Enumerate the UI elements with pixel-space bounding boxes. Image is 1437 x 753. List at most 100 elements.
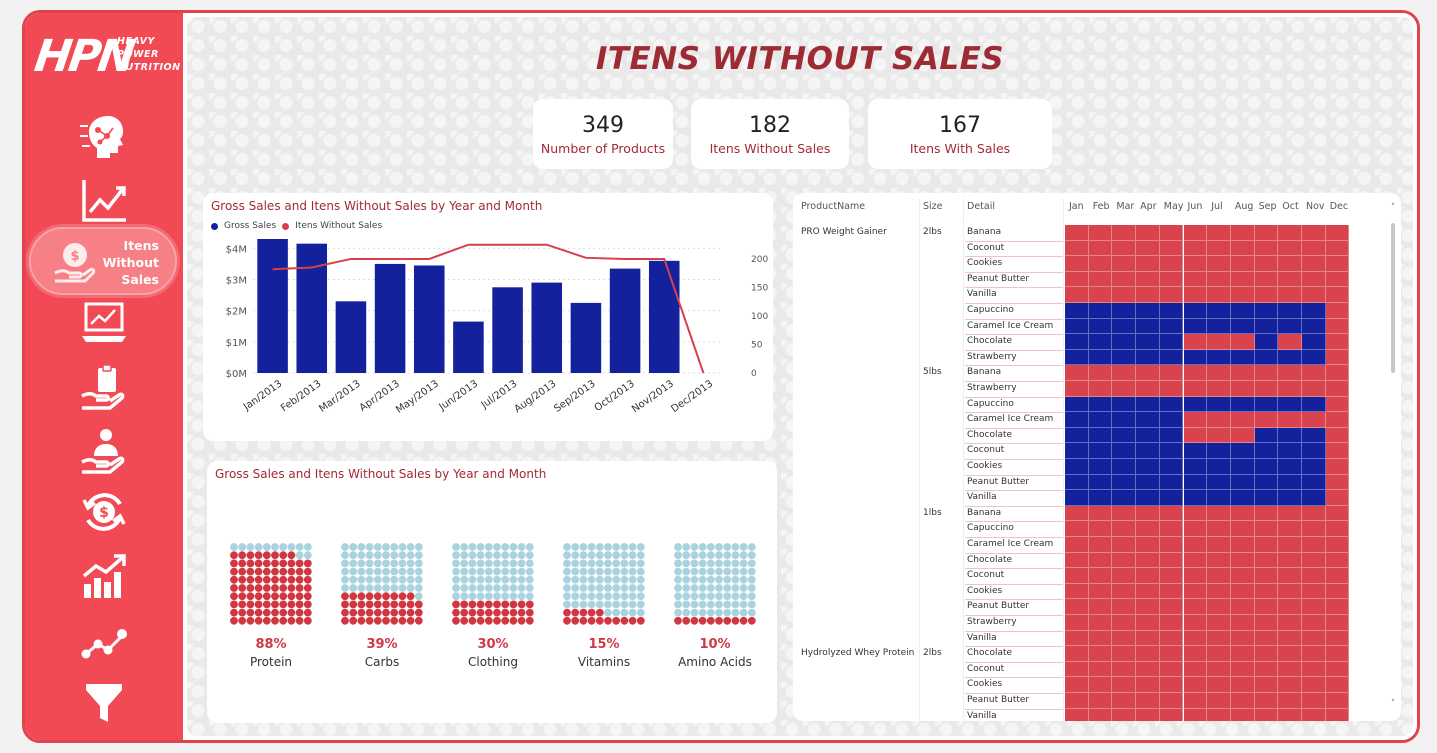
heat-cell[interactable] [1207, 537, 1231, 553]
scroll-up-button[interactable]: ˄ [1389, 203, 1397, 213]
heat-cell[interactable] [1325, 334, 1350, 350]
heat-cell[interactable] [1207, 583, 1231, 600]
heat-cell[interactable] [1278, 412, 1302, 428]
heat-cell[interactable] [1278, 630, 1302, 647]
heat-cell[interactable] [1278, 396, 1302, 413]
heat-cell[interactable] [1183, 630, 1208, 647]
heat-cell[interactable] [1159, 583, 1184, 600]
heat-cell[interactable] [1278, 365, 1302, 381]
heat-cell[interactable] [1088, 583, 1113, 600]
heat-cell[interactable] [1112, 303, 1137, 319]
heat-cell[interactable] [1136, 459, 1160, 475]
heat-cell[interactable] [1278, 505, 1302, 522]
heat-cell[interactable] [1278, 240, 1302, 257]
heat-cell[interactable] [1278, 474, 1302, 491]
heat-cell[interactable] [1183, 318, 1208, 335]
heat-cell[interactable] [1112, 630, 1137, 647]
heat-cell[interactable] [1088, 303, 1113, 319]
heat-cell[interactable] [1088, 490, 1113, 506]
heat-cell[interactable] [1159, 412, 1184, 428]
heat-cell[interactable] [1088, 537, 1113, 553]
heat-cell[interactable] [1159, 334, 1184, 350]
heat-cell[interactable] [1302, 490, 1326, 506]
heat-cell[interactable] [1302, 599, 1326, 615]
heat-cell[interactable] [1065, 708, 1089, 721]
heat-cell[interactable] [1183, 334, 1208, 350]
nav-trend[interactable] [25, 171, 183, 229]
heat-cell[interactable] [1207, 427, 1231, 444]
heat-cell[interactable] [1159, 505, 1184, 522]
heat-cell[interactable] [1207, 256, 1231, 272]
heat-cell[interactable] [1254, 490, 1279, 506]
heat-cell[interactable] [1278, 490, 1302, 506]
heat-cell[interactable] [1254, 287, 1279, 303]
heat-cell[interactable] [1230, 303, 1255, 319]
nav-ai-head[interactable] [25, 107, 183, 165]
heat-cell[interactable] [1136, 505, 1160, 522]
heat-cell[interactable] [1183, 303, 1208, 319]
heat-cell[interactable] [1302, 412, 1326, 428]
heat-cell[interactable] [1159, 552, 1184, 569]
heat-cell[interactable] [1183, 537, 1208, 553]
heat-cell[interactable] [1088, 568, 1113, 584]
heat-cell[interactable] [1112, 677, 1137, 693]
heat-cell[interactable] [1088, 287, 1113, 303]
heat-cell[interactable] [1065, 677, 1089, 693]
heat-cell[interactable] [1112, 240, 1137, 257]
heat-cell[interactable] [1112, 490, 1137, 506]
heat-cell[interactable] [1065, 427, 1089, 444]
heat-cell[interactable] [1207, 552, 1231, 569]
heat-cell[interactable] [1088, 677, 1113, 693]
heat-cell[interactable] [1065, 599, 1089, 615]
heat-cell[interactable] [1159, 443, 1184, 459]
heat-cell[interactable] [1278, 693, 1302, 709]
heat-cell[interactable] [1065, 271, 1089, 288]
heat-cell[interactable] [1207, 615, 1231, 631]
heat-cell[interactable] [1230, 661, 1255, 678]
heat-cell[interactable] [1065, 225, 1089, 241]
heat-cell[interactable] [1159, 271, 1184, 288]
heat-cell[interactable] [1230, 490, 1255, 506]
heat-cell[interactable] [1254, 537, 1279, 553]
heat-cell[interactable] [1230, 708, 1255, 721]
heat-cell[interactable] [1278, 521, 1302, 537]
heat-cell[interactable] [1136, 630, 1160, 647]
heat-cell[interactable] [1278, 225, 1302, 241]
heat-cell[interactable] [1065, 334, 1089, 350]
heat-cell[interactable] [1159, 303, 1184, 319]
heat-cell[interactable] [1112, 349, 1137, 366]
heat-cell[interactable] [1065, 661, 1089, 678]
heat-cell[interactable] [1207, 677, 1231, 693]
heat-cell[interactable] [1088, 256, 1113, 272]
heat-cell[interactable] [1183, 225, 1208, 241]
heat-cell[interactable] [1254, 630, 1279, 647]
heat-cell[interactable] [1159, 537, 1184, 553]
heat-cell[interactable] [1325, 708, 1350, 721]
heat-cell[interactable] [1065, 443, 1089, 459]
heat-cell[interactable] [1183, 427, 1208, 444]
heat-cell[interactable] [1325, 396, 1350, 413]
heat-cell[interactable] [1278, 646, 1302, 662]
heat-cell[interactable] [1112, 443, 1137, 459]
heat-cell[interactable] [1065, 490, 1089, 506]
heat-cell[interactable] [1065, 412, 1089, 428]
heat-cell[interactable] [1088, 615, 1113, 631]
heat-cell[interactable] [1207, 287, 1231, 303]
heat-cell[interactable] [1183, 599, 1208, 615]
heat-cell[interactable] [1278, 256, 1302, 272]
heat-cell[interactable] [1254, 381, 1279, 397]
heat-cell[interactable] [1065, 537, 1089, 553]
heat-cell[interactable] [1207, 412, 1231, 428]
heat-cell[interactable] [1159, 646, 1184, 662]
heat-cell[interactable] [1065, 349, 1089, 366]
nav-hand-clipboard[interactable] [25, 359, 183, 417]
heat-cell[interactable] [1254, 474, 1279, 491]
heat-cell[interactable] [1065, 615, 1089, 631]
heat-cell[interactable] [1183, 271, 1208, 288]
heat-cell[interactable] [1254, 505, 1279, 522]
heat-cell[interactable] [1254, 568, 1279, 584]
heat-cell[interactable] [1325, 490, 1350, 506]
heat-cell[interactable] [1183, 443, 1208, 459]
heat-cell[interactable] [1183, 287, 1208, 303]
heat-cell[interactable] [1325, 661, 1350, 678]
